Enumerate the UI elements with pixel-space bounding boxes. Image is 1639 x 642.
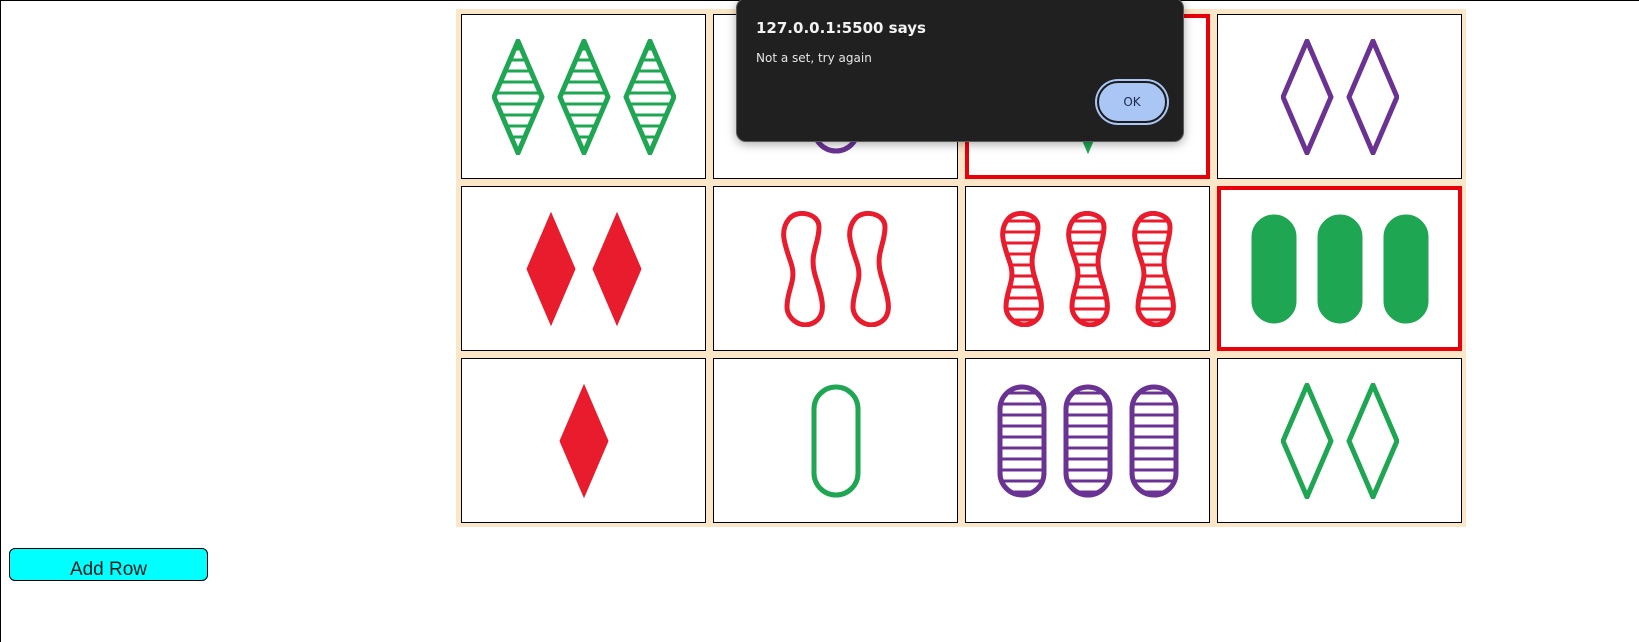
diamond-symbol xyxy=(623,38,676,155)
card[interactable] xyxy=(713,186,958,351)
card[interactable] xyxy=(713,358,958,523)
card[interactable] xyxy=(461,358,706,523)
oval-symbol xyxy=(1317,213,1362,323)
diamond-symbol xyxy=(1346,38,1399,155)
ok-button[interactable]: OK xyxy=(1097,81,1167,123)
diamond-symbol-group xyxy=(558,383,609,498)
diamond-symbol-group xyxy=(1280,382,1399,499)
diamond-symbol-group xyxy=(1280,38,1399,155)
card[interactable] xyxy=(965,186,1210,351)
oval-symbol xyxy=(811,384,860,497)
dialog-message: Not a set, try again xyxy=(756,51,872,65)
squiggle-symbol xyxy=(846,210,891,327)
oval-symbol-group xyxy=(811,384,860,497)
window-left-edge xyxy=(0,0,1,642)
dialog-title: 127.0.0.1:5500 says xyxy=(756,19,926,37)
oval-symbol-group xyxy=(997,384,1178,497)
diamond-symbol xyxy=(1346,382,1399,499)
squiggle-symbol-group xyxy=(999,210,1176,327)
diamond-symbol-group xyxy=(491,38,676,155)
card[interactable] xyxy=(461,14,706,179)
card[interactable] xyxy=(1217,186,1462,351)
squiggle-symbol xyxy=(1131,210,1176,327)
diamond-symbol xyxy=(1280,382,1333,499)
squiggle-symbol xyxy=(1065,210,1110,327)
oval-symbol xyxy=(1063,384,1112,497)
diamond-symbol xyxy=(525,211,576,326)
card[interactable] xyxy=(1217,14,1462,179)
squiggle-symbol xyxy=(780,210,825,327)
squiggle-symbol xyxy=(999,210,1044,327)
oval-symbol xyxy=(1129,384,1178,497)
squiggle-symbol-group xyxy=(780,210,891,327)
oval-symbol xyxy=(997,384,1046,497)
oval-symbol-group xyxy=(1251,213,1428,323)
card[interactable] xyxy=(965,358,1210,523)
alert-dialog: 127.0.0.1:5500 says Not a set, try again… xyxy=(736,0,1184,142)
card[interactable] xyxy=(461,186,706,351)
diamond-symbol-group xyxy=(525,211,642,326)
diamond-symbol xyxy=(491,38,544,155)
diamond-symbol xyxy=(558,383,609,498)
add-row-button[interactable]: Add Row xyxy=(9,548,208,581)
diamond-symbol xyxy=(591,211,642,326)
oval-symbol xyxy=(1383,213,1428,323)
diamond-symbol xyxy=(1280,38,1333,155)
card[interactable] xyxy=(1217,358,1462,523)
oval-symbol xyxy=(1251,213,1296,323)
diamond-symbol xyxy=(557,38,610,155)
